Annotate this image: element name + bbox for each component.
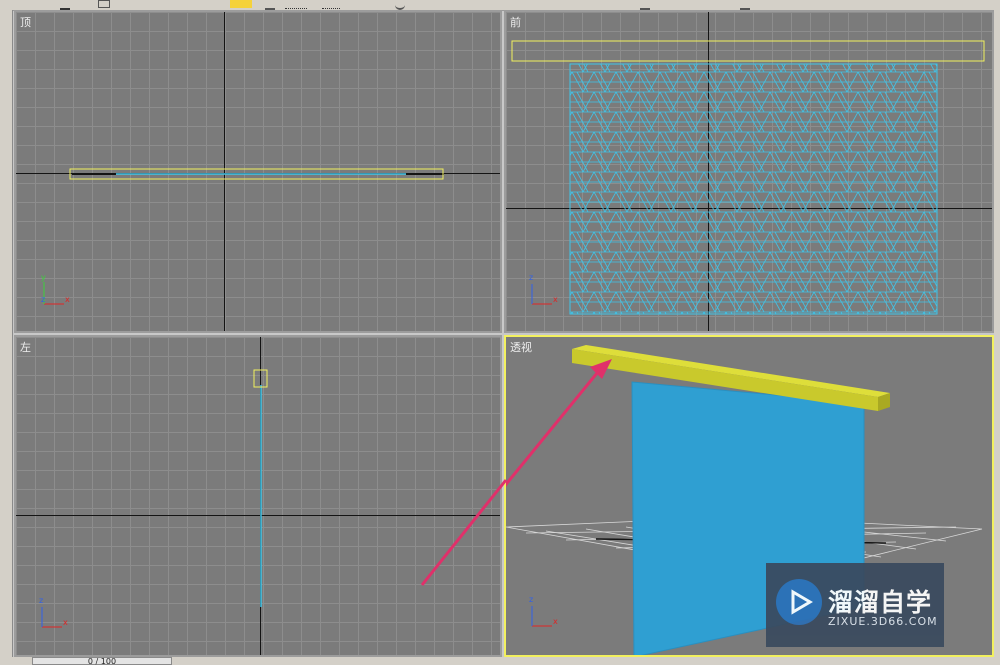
tripod-x-label: x bbox=[63, 618, 68, 627]
tripod-x-label: x bbox=[65, 295, 70, 304]
axis-tripod-icon bbox=[43, 282, 64, 305]
viewport-front[interactable]: 前 x z bbox=[504, 10, 994, 333]
beam-side-selection bbox=[253, 369, 268, 388]
axis-tripod-icon bbox=[531, 606, 552, 627]
layer-icon[interactable] bbox=[285, 0, 307, 9]
timeline-bar: 0 / 100 bbox=[12, 657, 994, 665]
axis-tripod-icon bbox=[41, 607, 62, 628]
tripod-z-label: z bbox=[41, 295, 46, 304]
tripod-x-label: x bbox=[553, 617, 558, 626]
frame-counter: 0 / 100 bbox=[87, 657, 117, 665]
selection-filter-icon[interactable] bbox=[322, 0, 340, 9]
top-view-scene bbox=[43, 168, 444, 305]
viewport-left[interactable]: 左 x z bbox=[14, 335, 502, 657]
beam-top-face bbox=[572, 345, 890, 397]
render-icon[interactable] bbox=[740, 0, 750, 10]
watermark-url: ZIXUE.3D66.COM bbox=[828, 615, 938, 628]
time-slider[interactable]: 0 / 100 bbox=[32, 657, 172, 665]
scale-icon[interactable] bbox=[640, 0, 650, 10]
left-view-scene bbox=[41, 369, 268, 628]
tripod-z-label: z bbox=[39, 596, 44, 605]
axis-tripod-icon bbox=[531, 284, 552, 305]
plane-mesh bbox=[569, 63, 938, 315]
viewport-top[interactable]: 顶 x y z bbox=[14, 10, 502, 333]
play-logo-icon bbox=[776, 579, 822, 625]
tripod-z-label: z bbox=[529, 595, 534, 604]
select-arrow-icon[interactable] bbox=[230, 0, 252, 8]
tripod-y-label: y bbox=[41, 273, 46, 282]
watermark-badge: 溜溜自学 ZIXUE.3D66.COM bbox=[766, 563, 944, 647]
file-icon[interactable] bbox=[98, 0, 110, 8]
watermark-title: 溜溜自学 bbox=[828, 588, 933, 617]
tripod-z-label: z bbox=[529, 273, 534, 282]
tripod-x-label: x bbox=[553, 295, 558, 304]
command-panel-edge bbox=[0, 10, 13, 665]
annotation-arrow bbox=[506, 366, 604, 487]
undo-icon[interactable] bbox=[60, 0, 70, 10]
beam-front-selection bbox=[511, 40, 985, 62]
rotate-icon[interactable] bbox=[395, 0, 405, 10]
side-panel-edge bbox=[994, 10, 1000, 665]
front-view-scene bbox=[511, 40, 985, 315]
align-icon[interactable] bbox=[265, 0, 275, 10]
